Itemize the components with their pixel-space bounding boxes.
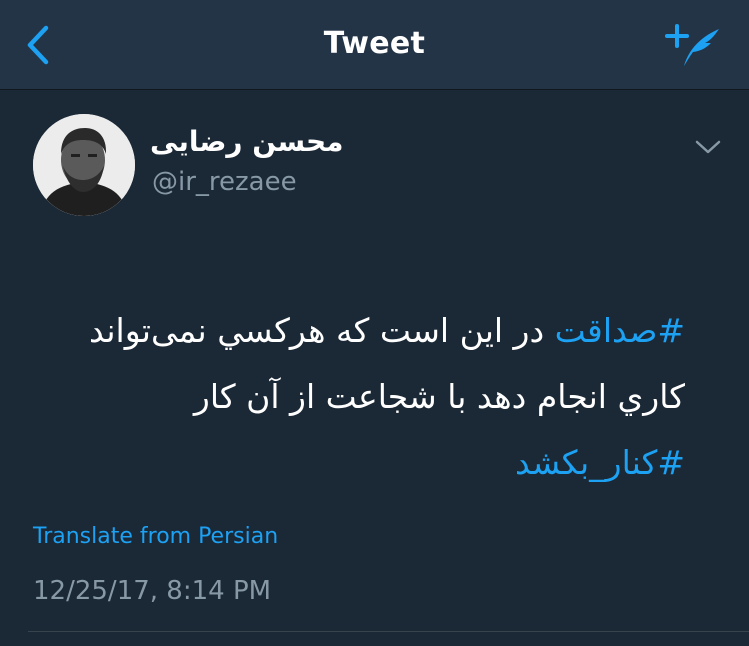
author-display-name[interactable]: محسن رضایی [150, 125, 343, 158]
author-handle[interactable]: @ir_rezaee [152, 167, 297, 197]
profile-photo [33, 114, 135, 216]
hashtag-link[interactable]: #کنار_بکشد [515, 443, 685, 482]
tweet-text-segment: در این است که هرکسي نمی‌تواند [89, 311, 555, 350]
chevron-down-icon [695, 140, 721, 154]
compose-tweet-button[interactable] [664, 20, 722, 70]
top-bar: Tweet [0, 0, 749, 90]
tweet-text: #صداقت در این است که هرکسي نمی‌تواند کاري… [30, 298, 685, 496]
compose-tweet-icon [665, 24, 719, 66]
tweet-text-segment: کاري انجام دهد با شجاعت از آن کار [193, 377, 685, 416]
tweet-line: کاري انجام دهد با شجاعت از آن کار [30, 364, 685, 430]
page-title: Tweet [323, 26, 426, 61]
hashtag-link[interactable]: #صداقت [555, 311, 685, 350]
tweet-line: #کنار_بکشد [30, 430, 685, 496]
translate-link[interactable]: Translate from Persian [33, 524, 278, 549]
avatar[interactable] [33, 114, 135, 216]
tweet-options-button[interactable] [692, 134, 724, 160]
tweet-line: #صداقت در این است که هرکسي نمی‌تواند [30, 298, 685, 364]
tweet-timestamp: 12/25/17, 8:14 PM [33, 576, 272, 606]
divider [28, 631, 749, 632]
